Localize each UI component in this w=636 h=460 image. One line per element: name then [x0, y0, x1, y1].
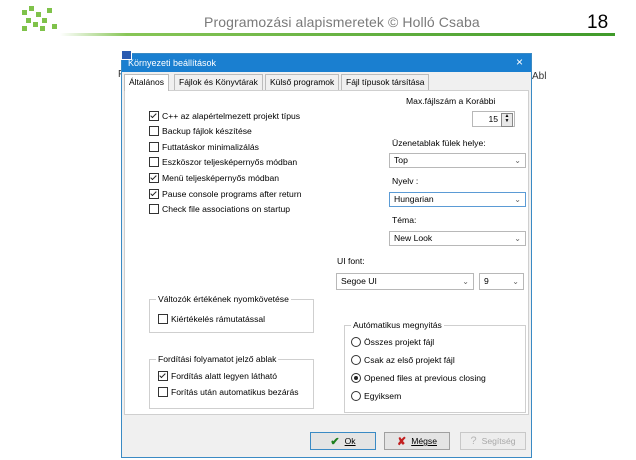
option-pause-console[interactable]: Pause console programs after return: [149, 189, 301, 199]
option-toolbar-fullscreen[interactable]: Eszköszor teljesképernyős módban: [149, 157, 297, 167]
dialog-title-bar[interactable]: Környezeti beállítások ×: [121, 50, 531, 72]
checkmark-icon: ✔: [330, 435, 340, 448]
compile-progress-title: Fordítási folyamatot jelző ablak: [156, 354, 279, 364]
slide-number: 18: [587, 12, 609, 33]
chevron-down-icon: ⌄: [514, 195, 521, 204]
language-select[interactable]: Hungarian ⌄: [389, 192, 526, 207]
logo-icon: [22, 6, 62, 36]
tab-position-label: Üzenetablak fülek helye:: [392, 138, 486, 148]
radio-first-project-file[interactable]: Csak az első projekt fájl: [351, 355, 455, 365]
chevron-down-icon: ⌄: [514, 156, 521, 165]
compile-progress-group: Fordítási folyamatot jelző ablak Fordítá…: [149, 354, 314, 409]
checkbox[interactable]: [149, 126, 159, 136]
ok-button[interactable]: ✔ Ok: [310, 432, 376, 450]
cross-icon: ✘: [396, 435, 407, 448]
chevron-down-icon: ⌄: [462, 277, 469, 286]
dialog-title: Környezeti beállítások: [128, 58, 217, 68]
option-minimize-on-run[interactable]: Futtatáskor minimalizálás: [149, 142, 259, 152]
checkbox[interactable]: [149, 157, 159, 167]
tab-files-directories[interactable]: Fájlok és Könyvtárak: [174, 74, 263, 90]
general-tab-panel: C++ az alapértelmezett projekt típus Bac…: [124, 90, 529, 415]
close-icon[interactable]: ×: [516, 55, 523, 69]
ui-font-select[interactable]: Segoe UI ⌄: [336, 273, 474, 290]
ui-font-label: UI font:: [337, 256, 365, 266]
cancel-button[interactable]: ✘ Mégse: [384, 432, 450, 450]
tab-external-programs[interactable]: Külső programok: [265, 74, 340, 90]
radio-button[interactable]: [351, 355, 361, 365]
chevron-down-icon: ⌄: [512, 277, 519, 286]
tab-file-associations[interactable]: Fájl típusok társítása: [341, 74, 430, 90]
checkbox[interactable]: [158, 371, 168, 381]
max-files-spinner[interactable]: 15 ▲ ▼: [472, 111, 515, 127]
variable-tracking-group: Változók értékének nyomkövetése Kiértéke…: [149, 294, 314, 333]
checkbox[interactable]: [158, 387, 168, 397]
tab-position-select[interactable]: Top ⌄: [389, 153, 526, 168]
max-files-label: Max.fájlszám a Korábbi: [406, 96, 496, 106]
bg-menu-fragment-right: Abl: [532, 71, 547, 82]
help-button[interactable]: ? Segítség: [460, 432, 526, 450]
auto-open-group: Autómatikus megnyitás Összes projekt fáj…: [344, 320, 526, 413]
option-hover-evaluation[interactable]: Kiértékelés rámutatással: [158, 314, 265, 324]
spinner-arrows-icon[interactable]: ▲ ▼: [501, 113, 513, 127]
option-cpp-default[interactable]: C++ az alapértelmezett projekt típus: [149, 111, 300, 121]
checkbox[interactable]: [149, 204, 159, 214]
checkbox[interactable]: [149, 189, 159, 199]
help-icon: ?: [470, 435, 477, 447]
option-backup-files[interactable]: Backup fájlok készítése: [149, 126, 252, 136]
theme-label: Téma:: [392, 215, 417, 225]
variable-tracking-title: Változók értékének nyomkövetése: [156, 294, 291, 304]
radio-button[interactable]: [351, 391, 361, 401]
option-show-during-compile[interactable]: Fordítás alatt legyen látható: [158, 371, 277, 381]
tab-general[interactable]: Általános: [124, 74, 169, 91]
radio-button[interactable]: [351, 373, 361, 383]
checkbox[interactable]: [149, 111, 159, 121]
chevron-down-icon: ⌄: [514, 234, 521, 243]
checkbox[interactable]: [149, 173, 159, 183]
auto-open-title: Autómatikus megnyitás: [351, 320, 444, 330]
slide-header: Programozási alapismeretek © Holló Csaba…: [0, 0, 636, 40]
slide-title: Programozási alapismeretek © Holló Csaba: [204, 14, 480, 30]
tab-strip: Általános Fájlok és Könyvtárak Külső pro…: [124, 74, 529, 91]
option-check-associations[interactable]: Check file associations on startup: [149, 204, 290, 214]
ui-font-size-select[interactable]: 9 ⌄: [479, 273, 524, 290]
environment-settings-dialog: Környezeti beállítások × Általános Fájlo…: [121, 50, 532, 458]
radio-all-project-files[interactable]: Összes projekt fájl: [351, 337, 434, 347]
option-auto-close[interactable]: Forítás után automatikus bezárás: [158, 387, 299, 397]
checkbox[interactable]: [149, 142, 159, 152]
radio-button[interactable]: [351, 337, 361, 347]
header-divider: [60, 33, 615, 36]
language-label: Nyelv :: [392, 176, 419, 186]
radio-opened-files-previous[interactable]: Opened files at previous closing: [351, 373, 486, 383]
option-menu-fullscreen[interactable]: Menü teljesképernyős módban: [149, 173, 279, 183]
checkbox[interactable]: [158, 314, 168, 324]
theme-select[interactable]: New Look ⌄: [389, 231, 526, 246]
radio-none[interactable]: Egyiksem: [351, 391, 401, 401]
